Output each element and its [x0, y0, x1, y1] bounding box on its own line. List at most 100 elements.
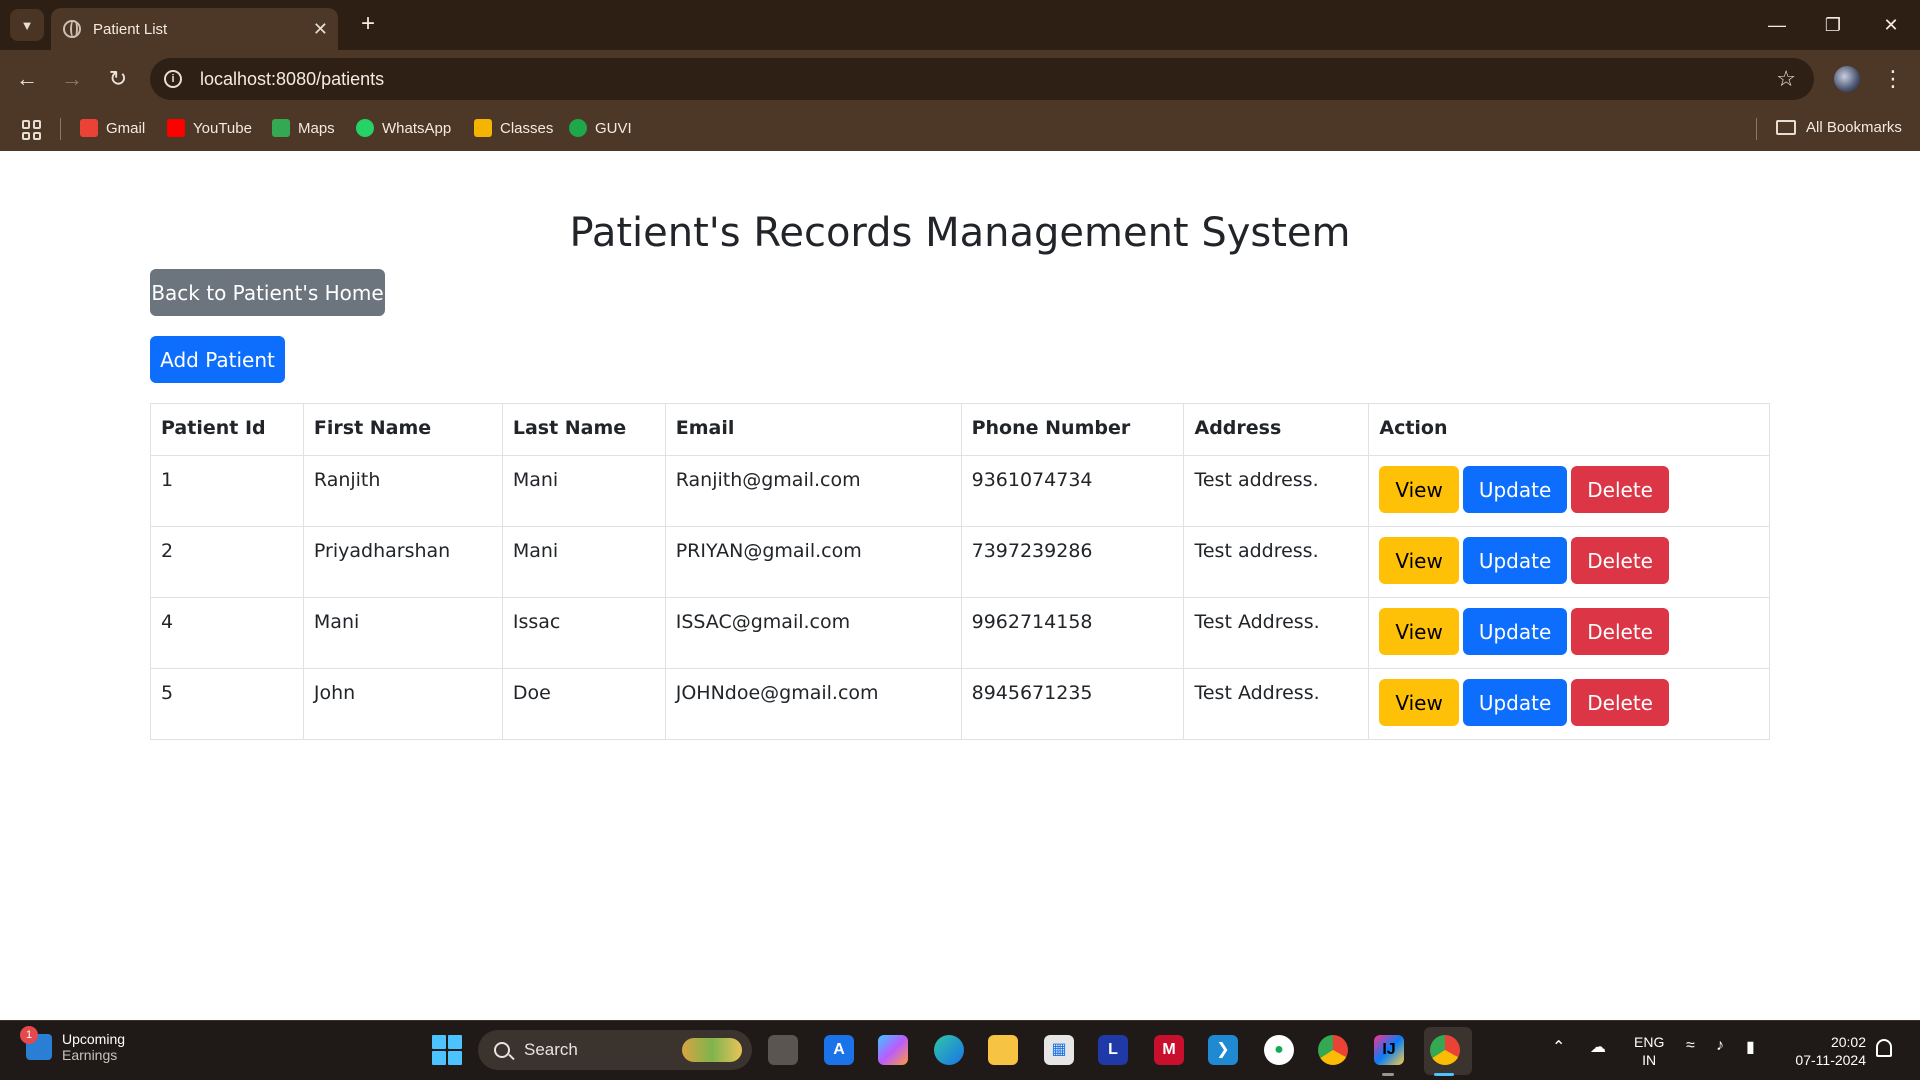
bookmark-youtube[interactable]: YouTube: [167, 119, 252, 137]
delete-button[interactable]: Delete: [1571, 466, 1669, 513]
cell-actions: View Update Delete: [1368, 597, 1770, 669]
widget-title: Upcoming: [62, 1031, 126, 1047]
folder-icon: [1776, 120, 1796, 135]
column-header-email: Email: [664, 403, 962, 456]
language-code: ENG: [1634, 1034, 1665, 1050]
profile-avatar[interactable]: [1834, 66, 1860, 92]
system-clock[interactable]: 20:02 07-11-2024: [1786, 1033, 1866, 1069]
pen-app-icon[interactable]: A: [824, 1035, 854, 1065]
cell-actions: View Update Delete: [1368, 526, 1770, 598]
wifi-icon[interactable]: ≈: [1686, 1037, 1695, 1055]
cell-email: PRIYAN@gmail.com: [664, 526, 962, 598]
windows-taskbar: 1 Upcoming Earnings Search A ▦ L M ❯ ● I…: [0, 1020, 1920, 1080]
active-indicator: [1434, 1073, 1454, 1076]
table-header-row: Patient Id First Name Last Name Email Ph…: [150, 403, 1770, 456]
minimize-icon[interactable]: —: [1762, 10, 1792, 40]
apps-grid-icon[interactable]: [22, 120, 42, 140]
view-button[interactable]: View: [1379, 608, 1459, 655]
cell-email: ISSAC@gmail.com: [664, 597, 962, 669]
delete-button[interactable]: Delete: [1571, 679, 1669, 726]
delete-button[interactable]: Delete: [1571, 608, 1669, 655]
site-info-icon[interactable]: i: [164, 70, 182, 88]
bookmark-label: Classes: [500, 119, 554, 137]
new-tab-plus-icon[interactable]: +: [354, 10, 382, 38]
close-window-icon[interactable]: ✕: [1876, 10, 1906, 40]
bookmark-label: Gmail: [106, 119, 146, 137]
cell-last-name: Mani: [501, 455, 666, 527]
bookmarks-divider: [1756, 118, 1757, 140]
back-to-home-button[interactable]: Back to Patient's Home: [150, 269, 385, 316]
file-explorer-icon[interactable]: [988, 1035, 1018, 1065]
bookmark-label: GUVI: [595, 119, 632, 137]
windows-start-icon[interactable]: [432, 1035, 462, 1065]
update-button[interactable]: Update: [1462, 608, 1568, 655]
l-app-icon[interactable]: L: [1098, 1035, 1128, 1065]
onedrive-cloud-icon[interactable]: ☁: [1590, 1037, 1606, 1057]
bookmark-gmail[interactable]: Gmail: [80, 119, 145, 137]
intellij-icon[interactable]: IJ: [1374, 1035, 1404, 1065]
cell-patient-id: 4: [150, 597, 304, 669]
tab-close-icon[interactable]: ✕: [313, 19, 328, 40]
mongodb-compass-icon[interactable]: ●: [1264, 1035, 1294, 1065]
tab-title: Patient List: [93, 20, 168, 38]
cell-phone: 7397239286: [960, 526, 1185, 598]
copilot-icon[interactable]: [878, 1035, 908, 1065]
more-menu-icon[interactable]: ⋮: [1882, 64, 1904, 94]
add-patient-button[interactable]: Add Patient: [150, 336, 285, 383]
notification-bell-icon[interactable]: [1876, 1039, 1892, 1057]
cell-email: Ranjith@gmail.com: [664, 455, 962, 527]
mcafee-icon[interactable]: M: [1154, 1035, 1184, 1065]
cell-last-name: Mani: [501, 526, 666, 598]
view-button[interactable]: View: [1379, 466, 1459, 513]
microsoft-store-icon[interactable]: ▦: [1044, 1035, 1074, 1065]
address-bar-url[interactable]: localhost:8080/patients: [200, 69, 384, 90]
cell-first-name: Priyadharshan: [302, 526, 503, 598]
bookmark-classes[interactable]: Classes: [474, 119, 553, 137]
update-button[interactable]: Update: [1462, 466, 1568, 513]
gmail-icon: [80, 119, 98, 137]
edge-icon[interactable]: [934, 1035, 964, 1065]
delete-button[interactable]: Delete: [1571, 537, 1669, 584]
update-button[interactable]: Update: [1462, 537, 1568, 584]
input-language[interactable]: ENG IN: [1634, 1033, 1664, 1069]
search-highlight-image: [682, 1038, 742, 1062]
restore-icon[interactable]: ❐: [1818, 10, 1848, 40]
running-indicator: [1382, 1073, 1394, 1076]
cell-first-name: Mani: [302, 597, 503, 669]
cell-last-name: Issac: [501, 597, 666, 669]
tab-search-chevron-icon[interactable]: ▼: [10, 9, 44, 41]
region-code: IN: [1642, 1052, 1657, 1068]
cell-patient-id: 5: [150, 668, 304, 740]
tab-patient-list[interactable]: Patient List ✕: [51, 8, 338, 50]
task-view-icon[interactable]: [768, 1035, 798, 1065]
all-bookmarks-label: All Bookmarks: [1806, 119, 1902, 136]
bookmark-guvi[interactable]: GUVI: [569, 119, 632, 137]
address-bar[interactable]: i localhost:8080/patients ☆: [150, 58, 1814, 100]
reload-icon[interactable]: ↻: [103, 64, 133, 94]
table-row: 2 Priyadharshan Mani PRIYAN@gmail.com 73…: [150, 526, 1770, 598]
bookmark-label: Maps: [298, 119, 335, 137]
vscode-icon[interactable]: ❯: [1208, 1035, 1238, 1065]
back-arrow-icon[interactable]: ←: [12, 64, 42, 94]
chrome-icon[interactable]: [1318, 1035, 1348, 1065]
show-hidden-icons-chevron-icon[interactable]: ⌃: [1552, 1037, 1565, 1057]
bookmark-maps[interactable]: Maps: [272, 119, 335, 137]
forward-arrow-icon[interactable]: →: [57, 64, 87, 94]
bookmarks-bar: Gmail YouTube Maps WhatsApp Classes GUVI…: [0, 108, 1920, 151]
chrome-profile-icon[interactable]: [1430, 1035, 1460, 1065]
bookmark-whatsapp[interactable]: WhatsApp: [356, 119, 451, 137]
maps-icon: [272, 119, 290, 137]
update-button[interactable]: Update: [1462, 679, 1568, 726]
cell-phone: 8945671235: [960, 668, 1185, 740]
volume-icon[interactable]: ♪: [1716, 1037, 1724, 1055]
all-bookmarks[interactable]: All Bookmarks: [1776, 119, 1902, 136]
taskbar-search[interactable]: Search: [478, 1030, 752, 1070]
bookmark-star-icon[interactable]: ☆: [1776, 66, 1796, 92]
battery-icon[interactable]: ▮: [1746, 1037, 1755, 1057]
cell-address: Test Address.: [1183, 597, 1370, 669]
view-button[interactable]: View: [1379, 679, 1459, 726]
page-title: Patient's Records Management System: [569, 210, 1351, 256]
view-button[interactable]: View: [1379, 537, 1459, 584]
column-header-phone: Phone Number: [960, 403, 1185, 456]
widgets-button[interactable]: 1 Upcoming Earnings: [20, 1026, 126, 1063]
